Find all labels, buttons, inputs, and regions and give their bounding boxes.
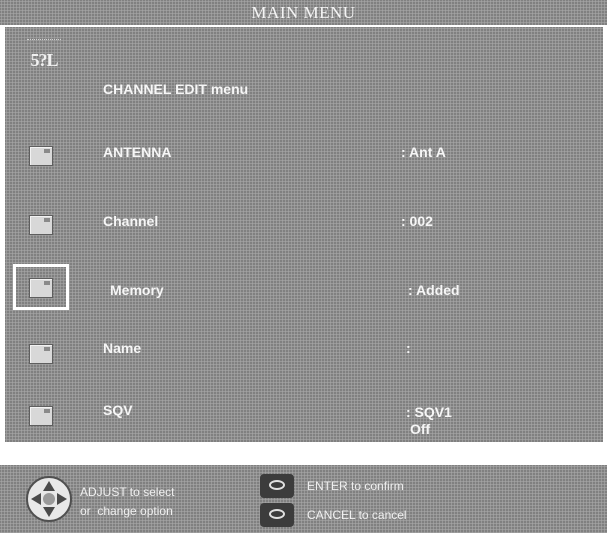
enter-button-icon	[260, 474, 294, 498]
antenna-value: : Ant A	[401, 144, 446, 160]
menu-body	[5, 27, 603, 442]
arrow-up-icon	[43, 481, 55, 491]
menu-item-icon	[29, 406, 53, 426]
arrow-down-icon	[43, 507, 55, 517]
tv-menu-screen: MAIN MENU 5?L CHANNEL EDIT menu ANTENNA …	[0, 0, 607, 533]
menu-item-icon	[29, 146, 53, 166]
cancel-button-icon	[260, 503, 294, 527]
channel-edit-icon-glyph: 5?L	[30, 50, 58, 70]
dpad-center	[43, 493, 55, 505]
channel-edit-menu-heading: CHANNEL EDIT menu	[103, 81, 249, 97]
enter-hint: ENTER to confirm	[307, 479, 404, 493]
sqv-value-sub: Off	[410, 421, 431, 437]
arrow-right-icon	[57, 493, 67, 505]
antenna-row-icon[interactable]	[20, 138, 60, 172]
dpad-icon	[26, 476, 72, 522]
channel-edit-icon: 5?L	[23, 39, 65, 75]
menu-item-icon	[29, 344, 53, 364]
adjust-hint-line2: or change option	[80, 504, 173, 518]
memory-value: : Added	[408, 282, 460, 298]
arrow-left-icon	[31, 493, 41, 505]
menu-item-icon	[29, 215, 53, 235]
sqv-label[interactable]: SQV	[103, 402, 133, 418]
channel-row-icon[interactable]	[20, 207, 60, 241]
cancel-hint: CANCEL to cancel	[307, 508, 407, 522]
channel-label[interactable]: Channel	[103, 213, 158, 229]
menu-title: MAIN MENU	[251, 3, 356, 22]
memory-row-icon[interactable]	[20, 270, 60, 304]
antenna-label[interactable]: ANTENNA	[103, 144, 171, 160]
sqv-row-icon[interactable]	[20, 398, 60, 432]
memory-label[interactable]: Memory	[110, 282, 164, 298]
footer-help-bar	[0, 465, 607, 533]
name-label[interactable]: Name	[103, 340, 141, 356]
name-value: :	[406, 340, 411, 356]
channel-value: : 002	[401, 213, 433, 229]
name-row-icon[interactable]	[20, 336, 60, 370]
menu-item-icon	[29, 278, 53, 298]
sqv-value: : SQV1	[406, 404, 452, 420]
channel-edit-icon-cap	[27, 39, 61, 46]
adjust-hint-line1: ADJUST to select	[80, 485, 175, 499]
